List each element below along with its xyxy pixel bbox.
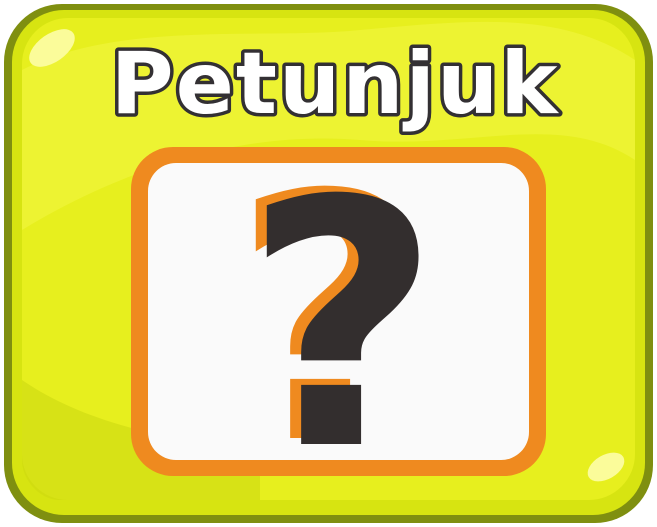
card-title: Petunjuk [111, 34, 560, 134]
question-mark-icon: ? [243, 129, 440, 525]
hint-card-graphic: Petunjuk ? ? [4, 4, 653, 525]
hint-card[interactable]: Petunjuk ? ? [0, 0, 657, 527]
